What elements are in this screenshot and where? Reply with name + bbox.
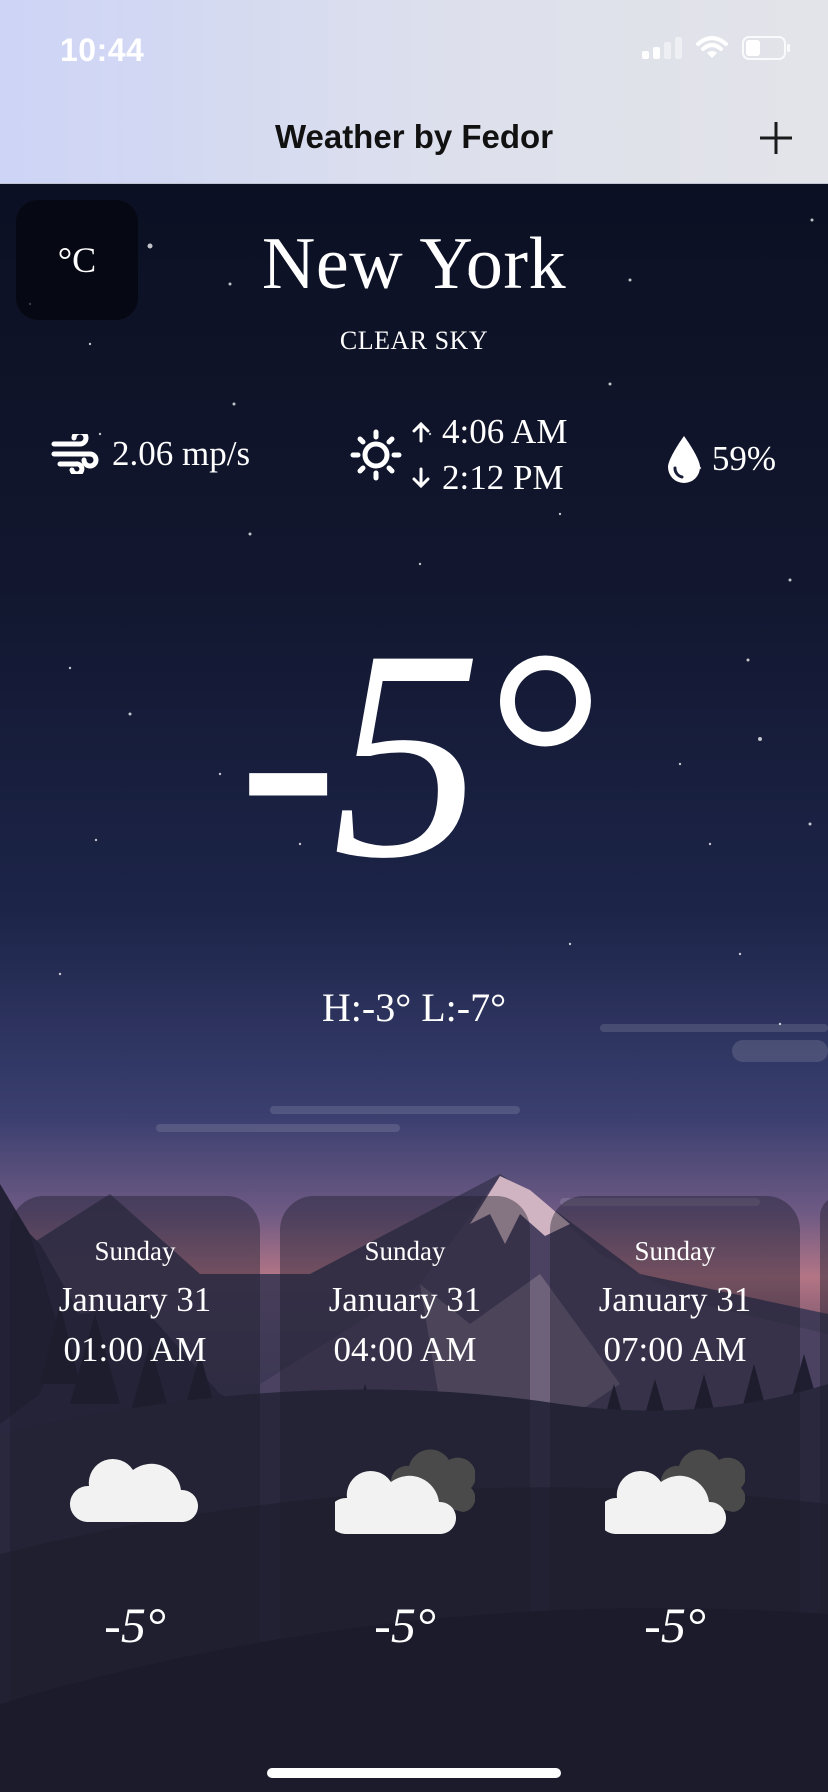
status-time: 10:44 xyxy=(60,32,145,68)
forecast-card[interactable]: Sunday January 31 07:00 AM -5° xyxy=(550,1196,800,1732)
forecast-date: January 31 xyxy=(58,1280,212,1319)
forecast-date: January 31 xyxy=(598,1280,752,1319)
forecast-temperature: -5° xyxy=(644,1597,706,1653)
forecast-card[interactable]: Sunday January 31 04:00 AM -5° xyxy=(280,1196,530,1732)
battery-icon xyxy=(742,36,790,60)
nav-bar: Weather by Fedor xyxy=(0,96,828,184)
forecast-temperature: -5° xyxy=(104,1597,166,1653)
status-icons xyxy=(642,36,792,60)
wind-icon xyxy=(51,434,99,474)
sunset-time: 2:12 PM xyxy=(442,458,564,497)
forecast-time: 01:00 AM xyxy=(63,1330,207,1369)
forecast-time: 07:00 AM xyxy=(603,1330,747,1369)
home-indicator[interactable] xyxy=(267,1768,561,1778)
weather-condition: CLEAR SKY xyxy=(339,326,489,355)
wind-speed: 2.06 mp/s xyxy=(112,434,251,473)
wifi-icon xyxy=(696,36,728,58)
high-low-temperature: H:-3° L:-7° xyxy=(321,985,507,1030)
water-drop-icon xyxy=(667,436,700,483)
humidity-value: 59% xyxy=(711,439,776,478)
weather-scene: °C New York CLEAR SKY 2.06 mp/s 4:06 AM … xyxy=(0,184,828,1792)
forecast-day: Sunday xyxy=(364,1236,446,1266)
current-temperature: -5° xyxy=(238,588,596,920)
forecast-card[interactable]: Sunday January 31 01:00 AM -5° xyxy=(10,1196,260,1732)
forecast-card-partial[interactable] xyxy=(820,1196,828,1732)
wind-info: 2.06 mp/s xyxy=(50,434,250,474)
city-name: New York xyxy=(261,223,567,305)
arrow-down-icon xyxy=(412,467,430,489)
sunrise-time: 4:06 AM xyxy=(442,412,568,451)
arrow-up-icon xyxy=(412,421,430,443)
forecast-time: 04:00 AM xyxy=(333,1330,477,1369)
sun-icon xyxy=(350,429,402,481)
forecast-date: January 31 xyxy=(328,1280,482,1319)
clouds-icon xyxy=(605,1449,745,1534)
forecast-temperature: -5° xyxy=(374,1597,436,1653)
signal-icon xyxy=(642,37,682,59)
humidity-info: 59% xyxy=(666,434,776,484)
plus-icon[interactable] xyxy=(754,116,798,160)
forecast-day: Sunday xyxy=(94,1236,176,1266)
sun-times: 4:06 AM 2:12 PM xyxy=(350,412,567,498)
cloud-icon xyxy=(69,1458,199,1522)
clouds-icon xyxy=(335,1449,475,1534)
forecast-day: Sunday xyxy=(634,1236,716,1266)
nav-title: Weather by Fedor xyxy=(274,118,554,155)
status-bar: 10:44 xyxy=(0,0,828,96)
